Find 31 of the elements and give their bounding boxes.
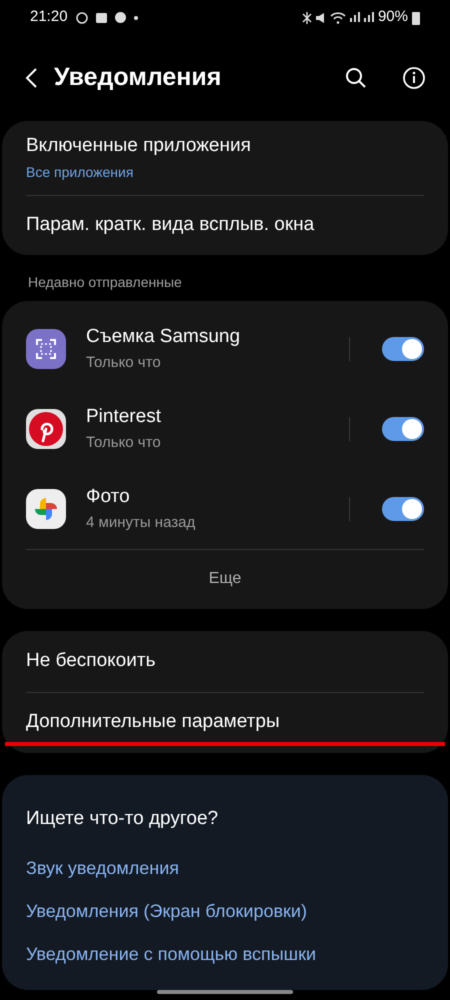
battery-percent: 90% xyxy=(378,7,408,28)
suggestions-heading: Ищете что-то другое? xyxy=(26,806,220,830)
info-icon[interactable] xyxy=(402,66,426,90)
battery-icon xyxy=(412,10,420,25)
mute-icon xyxy=(316,12,326,24)
settings-item[interactable]: Парам. кратк. вида всплыв. окна xyxy=(26,194,424,254)
bluetooth-icon xyxy=(302,10,312,25)
app-name: Съемка Samsung xyxy=(86,325,242,349)
suggestion-link[interactable]: Уведомления (Экран блокировки) xyxy=(26,898,424,925)
wifi-icon xyxy=(330,12,346,24)
capture-app-icon xyxy=(26,328,66,368)
page-title: Уведомления xyxy=(54,62,222,94)
toggle-switch[interactable] xyxy=(382,416,424,440)
app-name: Фото xyxy=(86,485,131,509)
signal-icon xyxy=(364,12,374,24)
app-time: 4 минуты назад xyxy=(86,512,196,532)
toggle-switch[interactable] xyxy=(382,336,424,360)
settings-item[interactable]: Включенные приложения Все приложения xyxy=(26,120,424,194)
search-icon[interactable] xyxy=(344,66,368,90)
app-time: Только что xyxy=(86,352,162,372)
section-heading: Недавно отправленные xyxy=(27,272,183,292)
suggestion-link[interactable]: Уведомление с помощью вспышки xyxy=(26,941,424,968)
app-time: Только что xyxy=(86,432,162,452)
more-link[interactable]: Еще xyxy=(208,567,242,591)
signal-icon xyxy=(350,12,360,24)
app-name: Pinterest xyxy=(86,405,162,429)
status-time: 21:20 xyxy=(30,7,68,28)
suggestion-link[interactable]: Звук уведомления xyxy=(26,855,424,882)
settings-item[interactable]: Не беспокоить xyxy=(26,646,156,676)
settings-item[interactable]: Дополнительные параметры xyxy=(26,708,280,737)
toggle-switch[interactable] xyxy=(382,496,424,520)
